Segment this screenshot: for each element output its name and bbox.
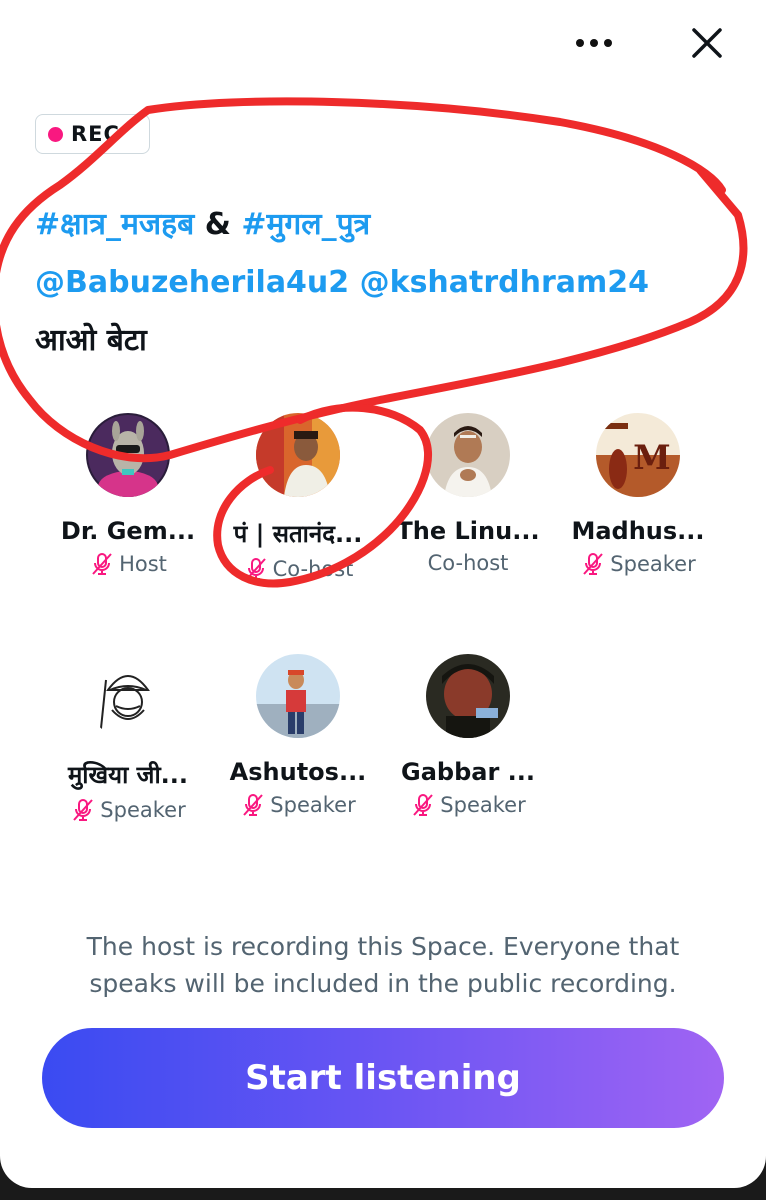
participant-role: Co-host (383, 551, 553, 575)
participant-card[interactable]: M Madhus... Speaker (553, 413, 723, 577)
participant-name: The Linu... (396, 517, 540, 545)
participant-role-label: Speaker (440, 793, 526, 817)
participant-name: पं | सतानंद... (233, 520, 363, 548)
start-listening-label: Start listening (245, 1058, 521, 1098)
title-space (349, 265, 359, 300)
start-listening-button[interactable]: Start listening (42, 1028, 724, 1128)
avatar: M (596, 413, 680, 497)
participant-role: Speaker (383, 792, 553, 818)
title-ampersand: & (194, 207, 242, 242)
more-dot (590, 39, 598, 47)
mention-link[interactable]: @kshatrdhram24 (360, 265, 649, 300)
participant-role: Speaker (553, 551, 723, 577)
svg-text:M: M (633, 438, 671, 478)
mic-off-icon (70, 797, 96, 823)
participant-role: Co-host (213, 556, 383, 582)
close-icon[interactable] (686, 22, 728, 64)
space-sheet: REC #क्षात्र_मजहब & #मुगल_पुत्र @Babuzeh… (0, 0, 766, 1188)
participant-role-label: Speaker (270, 793, 356, 817)
title-line-1: #क्षात्र_मजहब & #मुगल_पुत्र (35, 196, 755, 254)
participant-card[interactable]: The Linu... Co-host (383, 413, 553, 575)
avatar (256, 654, 340, 738)
mic-off-icon (240, 792, 266, 818)
hashtag-link[interactable]: #क्षात्र_मजहब (35, 207, 194, 242)
hashtag-link[interactable]: #मुगल_पुत्र (241, 207, 370, 242)
avatar (86, 654, 170, 738)
title-line-2: @Babuzeherila4u2 @kshatrdhram24 (35, 254, 755, 312)
participant-role-label: Co-host (427, 551, 509, 575)
mic-off-icon (89, 551, 115, 577)
more-dot (604, 39, 612, 47)
participant-role-label: Speaker (100, 798, 186, 822)
more-dot (576, 39, 584, 47)
participant-name: मुखिया जी... (67, 761, 189, 789)
avatar (256, 413, 340, 497)
participant-role: Speaker (43, 797, 213, 823)
participant-role-label: Speaker (610, 552, 696, 576)
mic-off-icon (243, 556, 269, 582)
participant-role: Host (43, 551, 213, 577)
participant-role-label: Host (119, 552, 167, 576)
participant-card[interactable]: Ashutos... Speaker (213, 654, 383, 818)
participant-role: Speaker (213, 792, 383, 818)
participant-card[interactable]: मुखिया जी... Speaker (43, 654, 213, 823)
avatar (426, 413, 510, 497)
participant-card[interactable]: Gabbar ... Speaker (383, 654, 553, 818)
avatar (86, 413, 170, 497)
participant-card[interactable]: Dr. Gem... Host (43, 413, 213, 577)
recording-notice: The host is recording this Space. Everyo… (86, 932, 680, 998)
mic-off-icon (580, 551, 606, 577)
rec-dot-icon (48, 126, 63, 142)
participant-role-label: Co-host (272, 557, 354, 581)
participant-card[interactable]: पं | सतानंद... Co-host (213, 413, 383, 582)
participant-name: Ashutos... (229, 758, 367, 786)
space-title: #क्षात्र_मजहब & #मुगल_पुत्र @Babuzeheril… (35, 196, 755, 370)
participant-name: Madhus... (571, 517, 705, 545)
more-options-icon[interactable] (566, 30, 622, 56)
avatar (426, 654, 510, 738)
title-line-3: आओ बेटा (35, 323, 147, 358)
participant-name: Dr. Gem... (60, 517, 196, 545)
rec-label: REC (71, 122, 120, 146)
participant-name: Gabbar ... (401, 758, 535, 786)
mic-off-icon (410, 792, 436, 818)
mention-link[interactable]: @Babuzeherila4u2 (35, 265, 349, 300)
rec-badge: REC (35, 114, 150, 154)
